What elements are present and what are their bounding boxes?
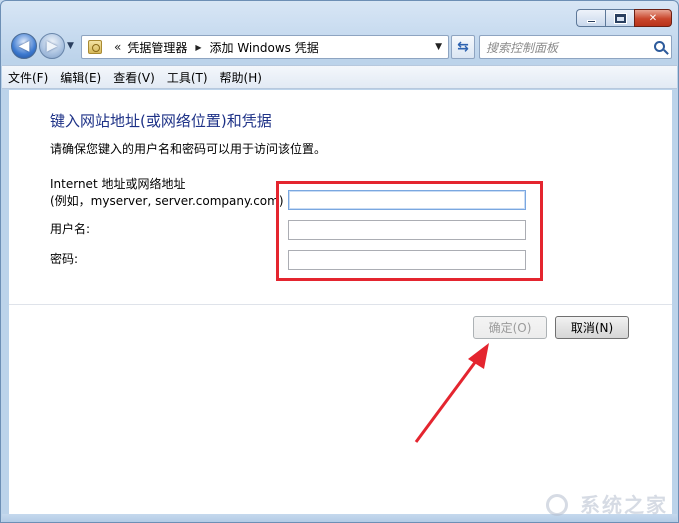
annotation-arrow <box>414 343 489 443</box>
arrow-shaft <box>414 356 481 443</box>
credential-manager-window: ✕ ◀ ▶ ▼ « 凭据管理器 ▶ 添加 Windows 凭据 ▼ ⇆ 搜索控制… <box>0 0 679 523</box>
watermark-logo-icon <box>546 494 568 516</box>
watermark-text: 系统之家 <box>580 493 668 517</box>
